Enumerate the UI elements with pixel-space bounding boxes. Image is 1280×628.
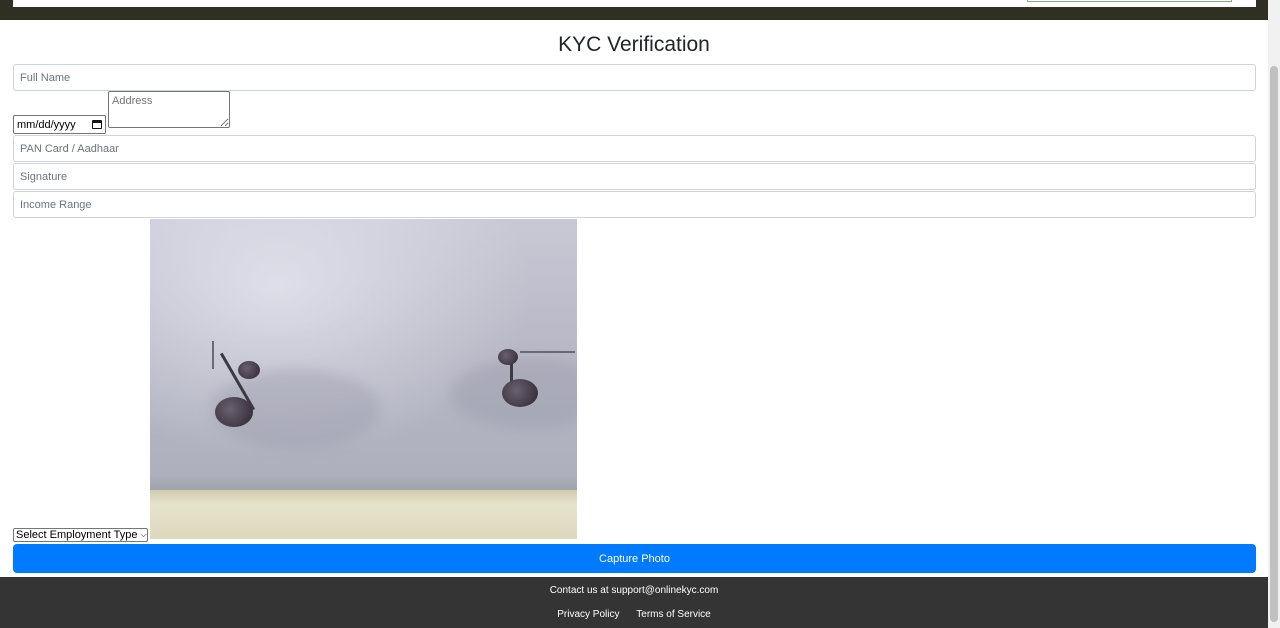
- employment-type-select[interactable]: Select Employment Type ⌵: [13, 528, 148, 542]
- full-name-input[interactable]: [13, 64, 1256, 91]
- page-title: KYC Verification: [558, 33, 710, 56]
- top-navbar-panel: [13, 0, 1256, 7]
- fan-motor-left: [238, 361, 260, 379]
- wire-right: [520, 351, 575, 353]
- vertical-scrollbar[interactable]: [1268, 0, 1280, 628]
- top-navbar: [0, 0, 1268, 20]
- top-navbar-input[interactable]: [1027, 0, 1232, 2]
- date-placeholder: mm/dd/yyyy: [17, 118, 76, 131]
- employment-select-value: Select Employment Type: [16, 529, 138, 541]
- signature-input[interactable]: [13, 163, 1256, 190]
- date-of-birth-input[interactable]: mm/dd/yyyy: [13, 115, 106, 134]
- privacy-policy-link[interactable]: Privacy Policy: [557, 609, 619, 620]
- terms-of-service-link[interactable]: Terms of Service: [636, 609, 710, 620]
- chevron-down-icon: ⌵: [140, 530, 147, 539]
- capture-photo-button[interactable]: Capture Photo: [13, 544, 1256, 573]
- footer: Contact us at support@onlinekyc.com Priv…: [0, 577, 1268, 628]
- income-range-input[interactable]: [13, 191, 1256, 218]
- wire-left: [212, 341, 214, 369]
- scrollbar-thumb[interactable]: [1270, 66, 1278, 622]
- footer-links: Privacy Policy Terms of Service: [0, 609, 1268, 620]
- footer-contact-text: Contact us at support@onlinekyc.com: [549, 585, 719, 596]
- camera-preview: [150, 219, 577, 539]
- fan-hub-left: [215, 397, 253, 427]
- wall-border: [150, 490, 577, 539]
- address-textarea[interactable]: [108, 91, 230, 128]
- fan-motor-right: [498, 349, 518, 365]
- calendar-icon[interactable]: [92, 120, 102, 129]
- pan-aadhaar-input[interactable]: [13, 135, 1256, 162]
- fan-hub-right: [502, 379, 538, 407]
